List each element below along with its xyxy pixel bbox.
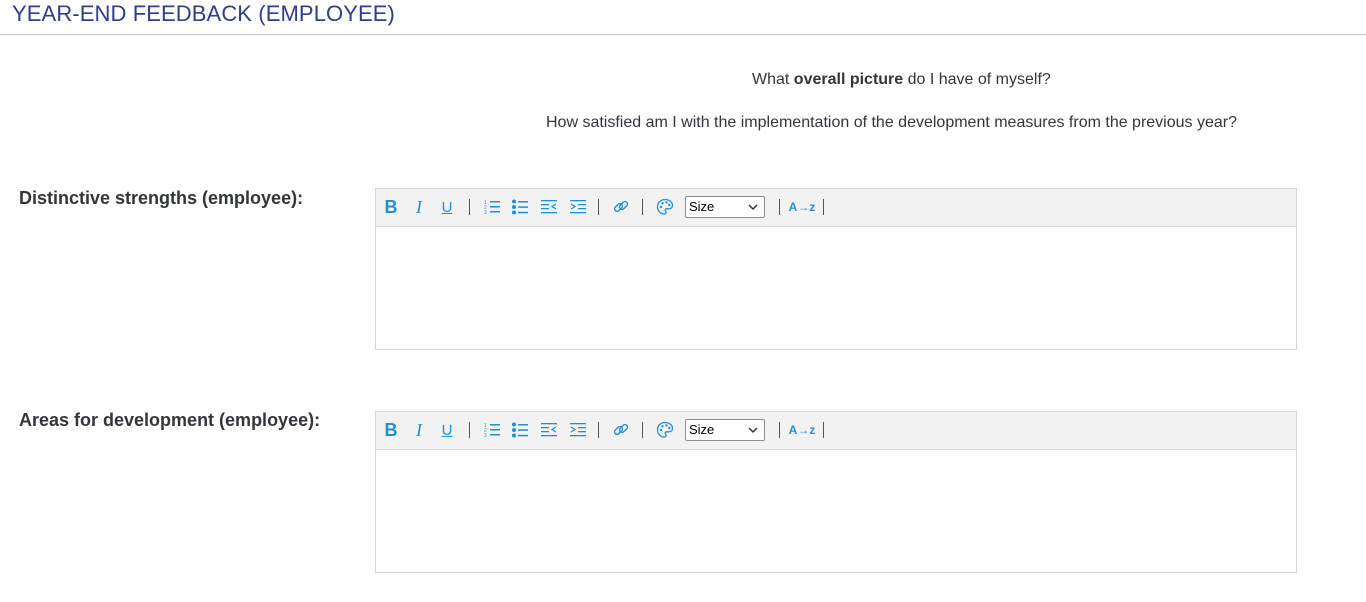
editor-toolbar: B I U 1 2 3 Size A→z [376,412,1296,450]
toolbar-separator [469,199,470,215]
intro-q1-post: do I have of myself? [903,71,1051,88]
italic-button[interactable]: I [411,418,427,442]
indent-icon [570,200,586,214]
font-size-select[interactable]: Size [685,419,765,441]
bold-button[interactable]: B [382,418,400,442]
indent-icon [570,423,586,437]
chevron-down-icon [748,427,758,434]
chevron-down-icon [748,204,758,211]
numbered-list-icon: 1 2 3 [484,200,500,216]
outdent-icon [541,423,557,437]
toolbar-separator [823,422,824,438]
intro-question-1: What overall picture do I have of myself… [752,71,1051,89]
clear-format-button[interactable]: A→z [788,418,816,442]
bullet-list-icon [512,422,528,438]
toolbar-separator [642,422,643,438]
outdent-button[interactable] [539,195,559,219]
outdent-button[interactable] [539,418,559,442]
link-icon [613,423,629,436]
numbered-list-button[interactable]: 1 2 3 [482,195,502,219]
text-color-button[interactable] [654,418,676,442]
numbered-list-button[interactable]: 1 2 3 [482,418,502,442]
clear-format-button[interactable]: A→z [788,195,816,219]
toolbar-separator [823,199,824,215]
outdent-icon [541,200,557,214]
rich-text-editor-development: B I U 1 2 3 Size A→z [375,411,1297,573]
bullet-list-button[interactable] [510,418,530,442]
svg-text:3: 3 [484,433,487,439]
toolbar-separator [469,422,470,438]
editor-text-area[interactable] [376,450,1296,572]
toolbar-separator [598,422,599,438]
link-button[interactable] [611,195,631,219]
rich-text-editor-strengths: B I U 1 2 3 Size A→z [375,188,1297,350]
clear-format-icon: A→z [788,423,816,437]
toolbar-separator [779,199,780,215]
svg-text:3: 3 [484,210,487,216]
page-title: YEAR-END FEEDBACK (EMPLOYEE) [12,1,395,26]
font-size-select[interactable]: Size [685,196,765,218]
font-size-select-value: Size [689,199,715,214]
clear-format-icon: A→z [788,200,816,214]
page-header: YEAR-END FEEDBACK (EMPLOYEE) [0,0,1366,35]
indent-button[interactable] [568,195,588,219]
bullet-list-button[interactable] [510,195,530,219]
toolbar-separator [642,199,643,215]
underline-button[interactable]: U [439,195,455,219]
font-size-select-value: Size [689,422,715,437]
bold-button[interactable]: B [382,195,400,219]
toolbar-separator [598,199,599,215]
link-icon [613,200,629,213]
intro-question-2: How satisfied am I with the implementati… [546,114,1237,131]
palette-icon [656,198,674,215]
numbered-list-icon: 1 2 3 [484,423,500,439]
palette-icon [656,421,674,438]
field-label-strengths: Distinctive strengths (employee): [19,188,304,208]
toolbar-separator [779,422,780,438]
intro-q1-pre: What [752,71,794,88]
editor-text-area[interactable] [376,227,1296,349]
editor-toolbar: B I U 1 2 3 Size A→z [376,189,1296,227]
field-label-development: Areas for development (employee): [19,410,321,430]
text-color-button[interactable] [654,195,676,219]
link-button[interactable] [611,418,631,442]
intro-q1-bold: overall picture [793,71,904,88]
indent-button[interactable] [568,418,588,442]
italic-button[interactable]: I [411,195,427,219]
bullet-list-icon [512,199,528,215]
underline-button[interactable]: U [439,418,455,442]
